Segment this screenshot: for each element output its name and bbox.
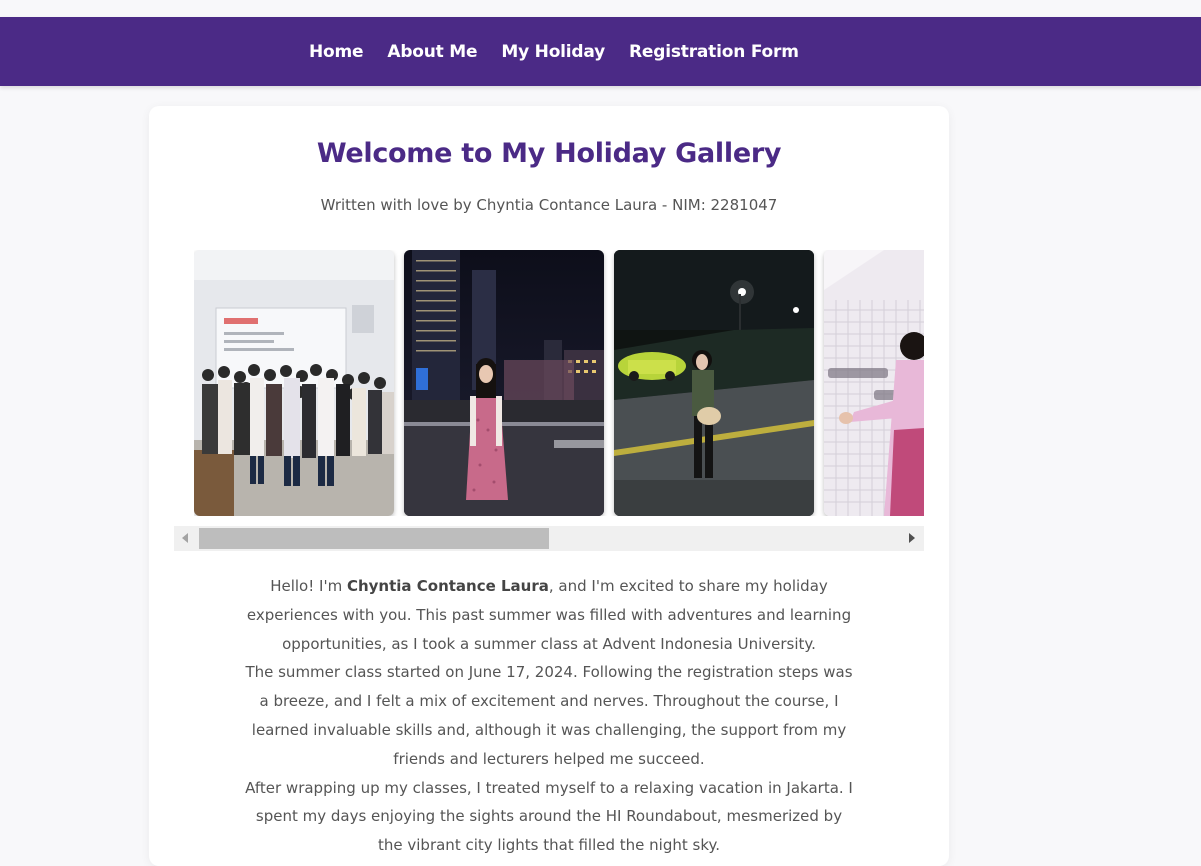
story-paragraph-intro: Hello! I'm Chyntia Contance Laura, and I…: [246, 577, 852, 653]
scroll-left-arrow-icon[interactable]: [182, 533, 188, 543]
story-text: Hello! I'm Chyntia Contance Laura, and I…: [244, 572, 854, 860]
page-subtitle: Written with love by Chyntia Contance La…: [320, 196, 778, 214]
story-paragraph-summer-class: The summer class started on June 17, 202…: [245, 663, 853, 768]
page-title: Welcome to My Holiday Gallery: [316, 138, 782, 169]
navbar: Home About Me My Holiday Registration Fo…: [0, 17, 1201, 86]
nav-about-me[interactable]: About Me: [387, 42, 477, 62]
city-night-photo: [404, 250, 604, 516]
author-name: Chyntia Contance Laura: [346, 577, 549, 595]
story-paragraph-jakarta: After wrapping up my classes, I treated …: [245, 778, 853, 855]
gallery-scrollbar[interactable]: [174, 526, 924, 551]
nav-my-holiday[interactable]: My Holiday: [501, 42, 605, 62]
street-night-photo: [614, 250, 814, 516]
scrollbar-thumb[interactable]: [199, 528, 549, 549]
content-card: Welcome to My Holiday Gallery Written wi…: [149, 106, 949, 866]
nav-links: Home About Me My Holiday Registration Fo…: [309, 17, 823, 86]
wall-lettering-photo: [824, 250, 924, 516]
classroom-group-photo: [194, 250, 394, 516]
photo-gallery[interactable]: [194, 250, 924, 516]
nav-home[interactable]: Home: [309, 42, 364, 62]
scroll-right-arrow-icon[interactable]: [909, 533, 915, 543]
nav-registration-form[interactable]: Registration Form: [629, 42, 799, 62]
